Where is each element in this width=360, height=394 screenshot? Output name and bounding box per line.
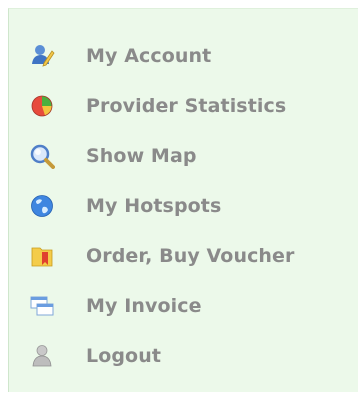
- menu-item-my-invoice[interactable]: My Invoice: [9, 281, 358, 331]
- menu-item-logout[interactable]: Logout: [9, 331, 358, 381]
- person-icon: [29, 343, 55, 369]
- menu-item-label: Logout: [86, 345, 162, 367]
- navigation-panel: My Account Provider Statistics Show Map …: [8, 8, 358, 392]
- globe-icon: [29, 193, 55, 219]
- menu-item-label: Provider Statistics: [86, 95, 287, 117]
- menu-item-order-buy-voucher[interactable]: Order, Buy Voucher: [9, 231, 358, 281]
- navigation-menu: My Account Provider Statistics Show Map …: [9, 31, 358, 381]
- windows-icon: [29, 293, 55, 319]
- menu-item-provider-statistics[interactable]: Provider Statistics: [9, 81, 358, 131]
- menu-item-label: My Account: [86, 45, 212, 67]
- menu-item-label: Show Map: [86, 145, 197, 167]
- menu-item-my-hotspots[interactable]: My Hotspots: [9, 181, 358, 231]
- user-account-icon: [29, 43, 55, 69]
- folder-bookmark-icon: [29, 243, 55, 269]
- magnifier-icon: [29, 143, 55, 169]
- menu-item-label: My Hotspots: [86, 195, 222, 217]
- pie-chart-icon: [29, 93, 55, 119]
- menu-item-my-account[interactable]: My Account: [9, 31, 358, 81]
- menu-item-show-map[interactable]: Show Map: [9, 131, 358, 181]
- menu-item-label: My Invoice: [86, 295, 202, 317]
- menu-item-label: Order, Buy Voucher: [86, 245, 295, 267]
